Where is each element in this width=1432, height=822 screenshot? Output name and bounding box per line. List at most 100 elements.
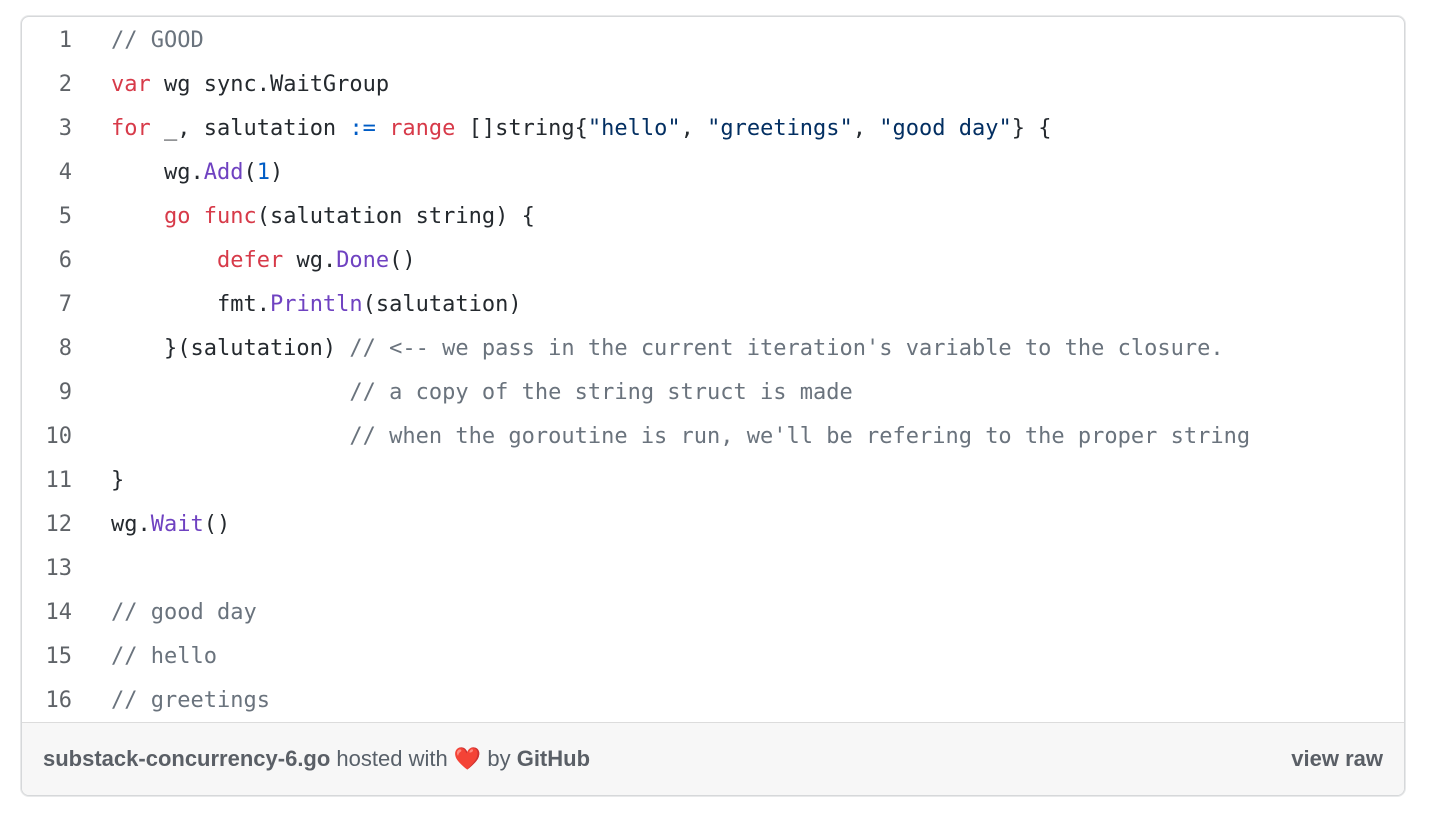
by-text: by (481, 746, 517, 771)
line-source: wg.Add(1) (111, 151, 283, 195)
code-token: for (111, 116, 151, 141)
line-number[interactable]: 10 (22, 415, 73, 459)
code-line: 16 // greetings (22, 679, 1404, 723)
line-number[interactable]: 13 (22, 547, 73, 591)
line-number[interactable]: 5 (22, 195, 72, 239)
line-source: fmt.Println(salutation) (111, 283, 522, 327)
gist-embed: 1 // GOOD 2 var wg sync.WaitGroup 3 for _, sa… (21, 16, 1405, 796)
code-line: 9 // a copy of the string struct is made (22, 371, 1404, 415)
code-token: wg sync.WaitGroup (150, 72, 390, 97)
line-source: // greetings (111, 679, 270, 723)
line-source: // good day (111, 591, 257, 635)
line-number[interactable]: 4 (22, 151, 72, 195)
code-token: , (680, 116, 708, 141)
line-source: var wg sync.WaitGroup (111, 63, 389, 107)
line-source: // a copy of the string struct is made (111, 371, 853, 415)
code-token: var (111, 72, 151, 97)
gist-footer-info: substack-concurrency-6.go hosted with ❤️… (43, 723, 590, 795)
code-token: // good day (111, 600, 257, 625)
code-token: ( (243, 160, 257, 185)
code-line: 3 for _, salutation := range []string{"he… (22, 107, 1404, 151)
code-line: 13 (22, 547, 1404, 591)
code-token: 1 (256, 160, 270, 185)
line-number[interactable]: 15 (22, 635, 73, 679)
code-token: "good day" (879, 116, 1012, 141)
gist-filename-link[interactable]: substack-concurrency-6.go (43, 746, 330, 771)
code-token: fmt. (111, 292, 270, 317)
code-token: , (852, 116, 880, 141)
line-source: // GOOD (111, 19, 204, 63)
view-raw-link[interactable]: view raw (1291, 723, 1383, 795)
line-source: }(salutation) // <-- we pass in the curr… (111, 327, 1224, 371)
code-token: go (163, 204, 191, 229)
code-token: wg. (283, 248, 337, 273)
line-source: defer wg.Done() (111, 239, 416, 283)
code-token: // <-- we pass in the current iteration'… (349, 336, 1224, 361)
code-token: ) (269, 160, 284, 185)
code-token: () (389, 248, 416, 273)
line-number[interactable]: 7 (22, 283, 72, 327)
line-source: } (111, 459, 124, 503)
line-number[interactable]: 1 (22, 19, 72, 63)
code-token: (salutation) (362, 292, 522, 317)
line-number[interactable]: 16 (22, 679, 73, 723)
code-token: Wait (150, 512, 204, 537)
code-line: 5 go func(salutation string) { (22, 195, 1404, 239)
line-number[interactable]: 11 (22, 459, 73, 503)
code-token: "hello" (587, 116, 681, 141)
line-source: // hello (111, 635, 217, 679)
heart-icon: ❤️ (453, 746, 482, 771)
code-token: // a copy of the string struct is made (349, 380, 853, 405)
code-line: 4 wg.Add(1) (22, 151, 1404, 195)
github-link[interactable]: GitHub (517, 746, 590, 771)
code-line: 1 // GOOD (22, 19, 1404, 63)
code-line: 7 fmt.Println(salutation) (22, 283, 1404, 327)
line-source: // when the goroutine is run, we'll be r… (111, 415, 1250, 459)
code-token: Println (269, 292, 363, 317)
code-token: wg. (111, 160, 204, 185)
code-token: // GOOD (111, 28, 204, 53)
code-line: 12 wg.Wait() (22, 503, 1404, 547)
code-token: () (203, 512, 231, 537)
code-line: 8 }(salutation) // <-- we pass in the cu… (22, 327, 1404, 371)
line-number[interactable]: 2 (22, 63, 72, 107)
code-line: 2 var wg sync.WaitGroup (22, 63, 1404, 107)
line-number[interactable]: 8 (22, 327, 72, 371)
code-token: } (111, 468, 125, 493)
code-line: 14 // good day (22, 591, 1404, 635)
hosted-with-text: hosted with (330, 746, 454, 771)
code-token: // hello (111, 644, 217, 669)
code-token: defer (216, 248, 284, 273)
code-line: 15 // hello (22, 635, 1404, 679)
code-block: 1 // GOOD 2 var wg sync.WaitGroup 3 for _, sa… (22, 19, 1404, 723)
code-token: // when the goroutine is run, we'll be r… (349, 424, 1251, 449)
line-number[interactable]: 12 (22, 503, 73, 547)
line-number[interactable]: 6 (22, 239, 72, 283)
line-source: wg.Wait() (111, 503, 230, 547)
line-number[interactable]: 9 (22, 371, 72, 415)
code-line: 6 defer wg.Done() (22, 239, 1404, 283)
code-token: // greetings (111, 688, 270, 713)
line-number[interactable]: 14 (22, 591, 73, 635)
code-token: (salutation string) { (256, 204, 535, 229)
line-number[interactable]: 3 (22, 107, 72, 151)
code-token: := (349, 116, 376, 141)
code-token: wg. (111, 512, 151, 537)
code-token: func (203, 204, 257, 229)
code-token: "greetings" (707, 116, 853, 141)
code-token: _, salutation (150, 116, 350, 141)
line-source: go func(salutation string) { (111, 195, 535, 239)
code-token: Add (203, 160, 244, 185)
code-token: } { (1011, 116, 1052, 141)
line-source: for _, salutation := range []string{"hel… (111, 107, 1052, 151)
code-line: 11} (22, 459, 1404, 503)
code-line: 10 // when the goroutine is run, we'll b… (22, 415, 1404, 459)
code-token: Done (336, 248, 390, 273)
code-token: }(salutation) (111, 336, 350, 361)
